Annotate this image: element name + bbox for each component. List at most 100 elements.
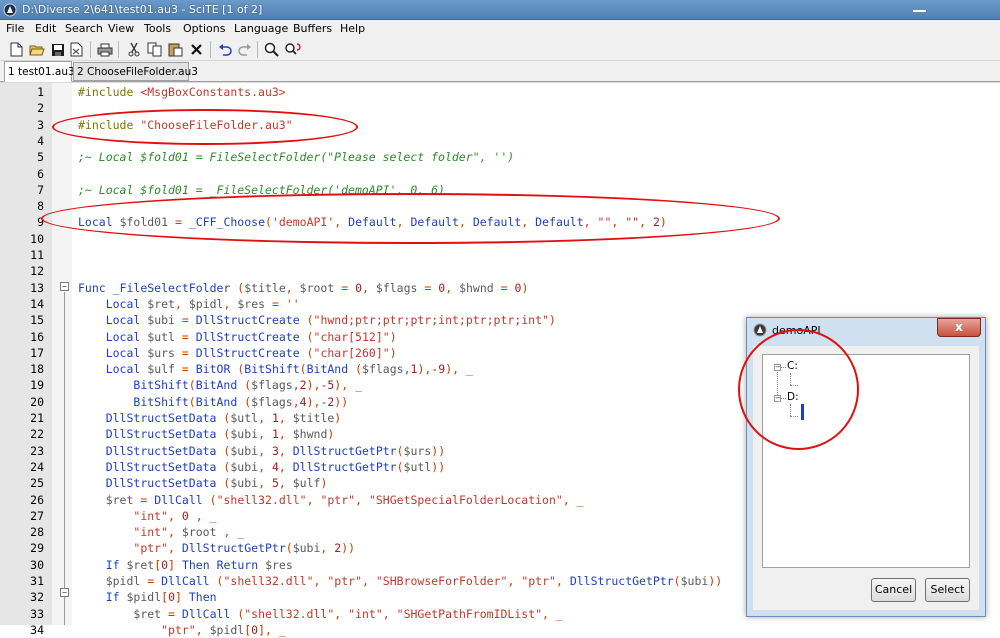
code-text[interactable]: "ptr", DllStructGetPtr($ubi, 2)) (78, 540, 355, 556)
code-text[interactable]: "int", $root , _ (78, 524, 244, 540)
line-number: 16 (30, 329, 44, 344)
code-line: 6 (0, 166, 1000, 182)
code-text[interactable]: "int", 0 , _ (78, 508, 216, 524)
tree-connector (790, 373, 791, 385)
tree-collapse-icon[interactable]: − (774, 395, 781, 402)
code-text[interactable]: Local $ubi = DllStructCreate ("hwnd;ptr;… (78, 312, 556, 328)
line-number: 21 (30, 411, 44, 425)
tree-node-d[interactable]: D: (787, 391, 799, 403)
tree-connector (790, 416, 798, 417)
tab-choosefilefolder[interactable]: 2 ChooseFileFolder.au3 (73, 62, 198, 81)
open-icon[interactable] (28, 41, 45, 58)
line-number: 14 (30, 296, 44, 311)
code-line: 2 (0, 100, 1000, 116)
code-text[interactable]: Local $ulf = BitOR (BitShift(BitAnd ($fl… (78, 361, 473, 377)
cut-icon[interactable] (125, 41, 142, 58)
demoapi-dialog: demoAPI x − C: − D: Cancel Select (738, 317, 986, 617)
code-text[interactable]: DllStructSetData ($ubi, 4, DllStructGetP… (78, 459, 445, 475)
line-number: 34 (30, 622, 44, 637)
code-text[interactable]: $ret = DllCall ("shell32.dll", "int", "S… (78, 606, 562, 622)
tree-connector (790, 404, 791, 416)
code-text[interactable]: Func _FileSelectFolder ($title, $root = … (78, 280, 528, 296)
menu-file[interactable]: File (6, 22, 24, 35)
tree-node-c[interactable]: C: (787, 360, 798, 372)
code-text[interactable]: Local $utl = DllStructCreate ("char[512]… (78, 329, 397, 345)
fold-toggle-if[interactable]: − (60, 588, 69, 597)
code-text[interactable]: DllStructSetData ($utl, 1, $title) (78, 410, 342, 426)
redo-icon[interactable] (236, 41, 253, 58)
print-icon[interactable] (96, 41, 113, 58)
code-text[interactable]: Local $urs = DllStructCreate ("char[260]… (78, 345, 397, 361)
code-line: 5 ;~ Local $fold01 = FileSelectFolder("Pl… (0, 149, 1000, 165)
menu-options[interactable]: Options (183, 22, 225, 35)
line-number: 25 (30, 476, 44, 491)
dialog-title: demoAPI (772, 324, 821, 337)
line-number: 11 (30, 248, 44, 262)
code-text[interactable]: Local $ret, $pidl, $res = '' (78, 296, 300, 312)
line-number: 31 (30, 574, 44, 588)
line-number: 20 (30, 394, 44, 409)
copy-icon[interactable] (146, 41, 163, 58)
dialog-close-button[interactable]: x (937, 318, 981, 337)
dialog-client-area: − C: − D: Cancel Select (753, 346, 979, 610)
toolbar (0, 38, 1000, 61)
code-text[interactable]: $pidl = DllCall ("shell32.dll", "ptr", "… (78, 573, 722, 589)
line-number: 27 (30, 508, 44, 523)
tree-connector (790, 385, 798, 386)
menu-view[interactable]: View (108, 22, 134, 35)
code-text[interactable]: ;~ Local $fold01 = _FileSelectFolder('de… (78, 182, 445, 198)
replace-icon[interactable] (285, 41, 302, 58)
code-text[interactable]: "ptr", $pidl[0], _ (78, 622, 286, 638)
find-icon[interactable] (263, 41, 280, 58)
code-text[interactable]: BitShift(BitAnd ($flags,2),-5), _ (78, 377, 362, 393)
cancel-button[interactable]: Cancel (871, 578, 916, 602)
code-text[interactable]: DllStructSetData ($ubi, 1, $hwnd) (78, 426, 335, 442)
code-text[interactable]: $ret = DllCall ("shell32.dll", "ptr", "S… (78, 492, 584, 508)
line-number: 3 (37, 117, 44, 132)
line-number: 15 (30, 313, 44, 328)
fold-toggle-func[interactable]: − (60, 282, 69, 291)
window-title: D:\Diverse 2\641\test01.au3 - SciTE [1 o… (22, 3, 263, 16)
code-line: 3 #include "ChooseFileFolder.au3" (0, 117, 1000, 133)
code-text[interactable]: BitShift(BitAnd ($flags,4),-2)) (78, 394, 348, 410)
code-text[interactable]: Local $fold01 = _CFF_Choose('demoAPI', D… (78, 214, 667, 230)
select-button[interactable]: Select (925, 578, 970, 602)
folder-tree[interactable]: − C: − D: (762, 354, 970, 568)
tab-test01[interactable]: 1 test01.au3 (4, 61, 75, 82)
menu-help[interactable]: Help (340, 22, 365, 35)
code-line: 4 (0, 133, 1000, 149)
code-text[interactable]: If $pidl[0] Then (78, 589, 217, 605)
tab-bar: 1 test01.au3 2 ChooseFileFolder.au3 (0, 61, 1000, 82)
code-text[interactable]: #include "ChooseFileFolder.au3" (78, 117, 293, 133)
new-icon[interactable] (8, 41, 25, 58)
line-number: 17 (30, 345, 44, 360)
undo-icon[interactable] (216, 41, 233, 58)
code-text[interactable]: DllStructSetData ($ubi, 5, $ulf) (78, 475, 328, 491)
close-file-icon[interactable] (68, 41, 85, 58)
line-number: 5 (37, 150, 44, 165)
code-text[interactable]: #include <MsgBoxConstants.au3> (78, 84, 286, 100)
menu-search[interactable]: Search (65, 22, 103, 35)
delete-icon[interactable] (188, 41, 205, 58)
menu-tools[interactable]: Tools (144, 22, 171, 35)
code-line: 7 ;~ Local $fold01 = _FileSelectFolder('d… (0, 182, 1000, 198)
code-text[interactable]: If $ret[0] Then Return $res (78, 557, 293, 573)
code-line: 1 #include <MsgBoxConstants.au3> (0, 84, 1000, 100)
code-text[interactable]: DllStructSetData ($ubi, 3, DllStructGetP… (78, 443, 445, 459)
line-number: 30 (30, 557, 44, 572)
menu-buffers[interactable]: Buffers (293, 22, 332, 35)
save-icon[interactable] (49, 41, 66, 58)
autoit-app-icon (753, 323, 767, 337)
menu-edit[interactable]: Edit (35, 22, 56, 35)
tree-connector (781, 398, 786, 399)
line-number: 6 (37, 166, 44, 181)
paste-icon[interactable] (167, 41, 184, 58)
line-number: 4 (37, 133, 44, 148)
menu-language[interactable]: Language (234, 22, 288, 35)
toolbar-separator (90, 41, 91, 58)
tree-collapse-icon[interactable]: − (774, 364, 781, 371)
minimize-icon[interactable] (913, 3, 926, 12)
title-bar: D:\Diverse 2\641\test01.au3 - SciTE [1 o… (0, 0, 1000, 20)
code-text[interactable]: ;~ Local $fold01 = FileSelectFolder("Ple… (78, 149, 514, 165)
toolbar-separator (210, 41, 211, 58)
